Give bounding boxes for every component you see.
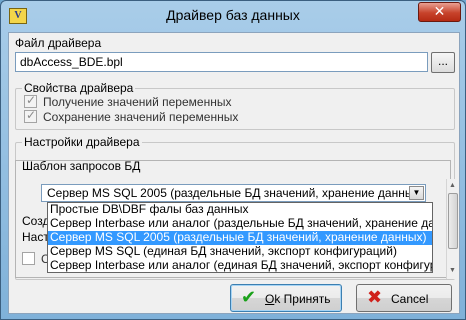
scroll-down-icon[interactable]: ▼ <box>449 267 456 274</box>
driver-file-input[interactable]: dbAccess_BDE.bpl <box>15 52 428 72</box>
partial-label-create: Созд <box>22 214 50 228</box>
checkbox-box: ✓ <box>24 93 37 108</box>
ok-button-label: Оk Принять <box>265 292 331 306</box>
save-variables-label: Сохранение значений переменных <box>43 110 239 124</box>
cancel-button[interactable]: ✖ Cancel <box>356 284 452 312</box>
title-bar[interactable]: V Драйвер баз данных ✕ <box>1 1 465 31</box>
dialog-body: Файл драйвера dbAccess_BDE.bpl ... Свойс… <box>8 32 460 314</box>
close-button[interactable]: ✕ <box>418 2 461 22</box>
driver-properties-group: Свойства драйвера ✓ Получение значений пе… <box>15 81 455 130</box>
dropdown-option[interactable]: Сервер MS SQL (единая БД значений, экспо… <box>48 245 432 259</box>
browse-button[interactable]: ... <box>431 52 455 73</box>
chevron-down-icon[interactable]: ▼ <box>409 186 424 200</box>
query-template-dropdown: Простые DB\DBF фалы баз данных Сервер In… <box>47 202 433 273</box>
query-template-label: Шаблон запросов БД <box>22 160 141 173</box>
get-variables-label: Получение значений переменных <box>43 95 232 109</box>
window-title: Драйвер баз данных <box>166 7 300 23</box>
dropdown-option[interactable]: Простые DB\DBF фалы баз данных <box>48 203 432 217</box>
dropdown-option[interactable]: Сервер Interbase или аналог (единая БД з… <box>48 259 432 272</box>
dialog-window: V Драйвер баз данных ✕ Файл драйвера dbA… <box>0 0 466 320</box>
partial-label-settings: Наст <box>22 230 49 244</box>
driver-file-label: Файл драйвера <box>15 36 102 50</box>
cancel-button-label: Cancel <box>391 292 429 306</box>
scroll-thumb[interactable] <box>448 193 458 249</box>
dropdown-option-selected[interactable]: Сервер MS SQL 2005 (раздельные БД значен… <box>48 231 432 245</box>
cross-icon: ✖ <box>367 287 383 308</box>
dropdown-option[interactable]: Сервер Interbase или аналог (раздельные … <box>48 217 432 231</box>
query-template-select[interactable]: Сервер MS SQL 2005 (раздельные БД значен… <box>41 184 426 202</box>
checkmark-icon: ✓ <box>26 93 37 107</box>
checkbox-box: ✓ <box>24 108 37 123</box>
checkmark-icon: ✔ <box>241 287 257 308</box>
settings-scrollbar[interactable]: ▲ ▼ <box>446 179 459 279</box>
checkbox-box <box>22 252 35 265</box>
driver-settings-title: Настройки драйвера <box>22 135 142 149</box>
get-variables-checkbox[interactable]: ✓ Получение значений переменных <box>24 93 232 109</box>
scroll-up-icon[interactable]: ▲ <box>449 182 456 189</box>
checkmark-icon: ✓ <box>26 108 37 122</box>
driver-properties-title: Свойства драйвера <box>22 81 136 95</box>
save-variables-checkbox[interactable]: ✓ Сохранение значений переменных <box>24 108 239 124</box>
query-template-value: Сервер MS SQL 2005 (раздельные БД значен… <box>47 186 424 200</box>
ok-button[interactable]: ✔ Оk Принять <box>230 284 342 312</box>
